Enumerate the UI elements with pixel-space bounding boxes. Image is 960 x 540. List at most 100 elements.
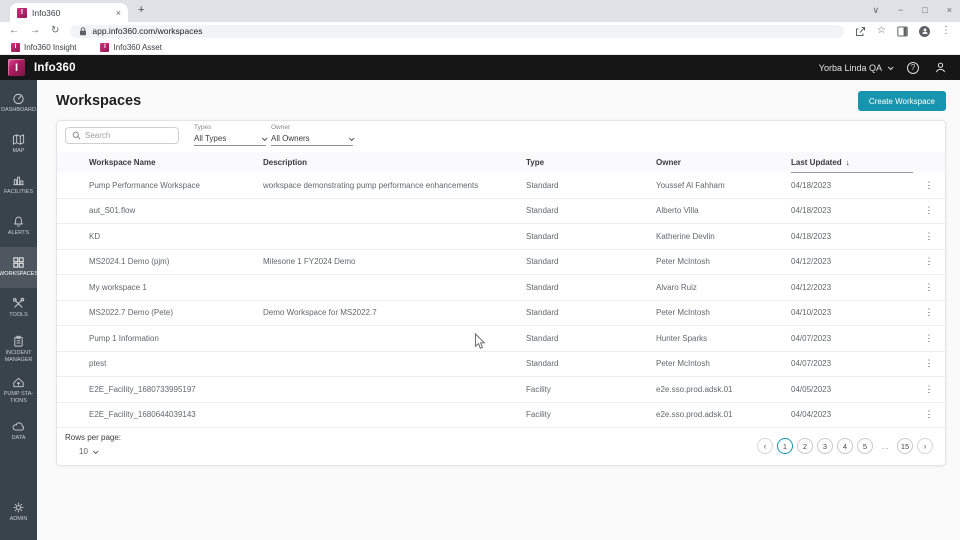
column-header-description[interactable]: Description <box>263 152 526 173</box>
bookmark-label: Info360 Asset <box>113 42 162 52</box>
pagination: ‹ 1 2 3 4 5 … 15 › <box>757 438 933 454</box>
workspace-name-cell: E2E_Facility_1680644039143 <box>89 410 196 420</box>
tenant-selector[interactable]: Yorba Linda QA <box>818 62 894 73</box>
browser-menu-kebab-icon[interactable]: ⋮ <box>941 26 951 36</box>
description-cell <box>263 326 526 351</box>
forward-icon[interactable]: → <box>30 26 40 36</box>
browser-toolbar: ← → ↻ app.info360.com/workspaces ☆ ⋮ <box>0 22 960 40</box>
bookmark-star-icon[interactable]: ☆ <box>877 26 886 36</box>
row-actions-kebab-icon[interactable]: ⋮ <box>920 409 939 420</box>
window-control-icon[interactable]: × <box>947 5 952 15</box>
types-filter[interactable]: Types All Types <box>194 124 268 146</box>
workspace-name-cell: Pump Performance Workspace <box>89 180 201 190</box>
sidebar-item-label: MAP <box>12 148 25 155</box>
window-control-icon[interactable]: − <box>898 5 903 15</box>
row-actions-kebab-icon[interactable]: ⋮ <box>920 307 939 318</box>
sidebar-item-label: ADMIN <box>9 516 28 523</box>
url-text: app.info360.com/workspaces <box>92 26 203 36</box>
help-icon[interactable]: ? <box>907 61 919 74</box>
map-icon <box>12 133 25 146</box>
next-page-button[interactable]: › <box>917 438 933 454</box>
workspace-name-cell: My workspace 1 <box>89 282 147 292</box>
table-row[interactable]: KD Standard Katherine Devlin 04/18/2023 … <box>57 224 945 250</box>
user-icon[interactable] <box>934 61 947 74</box>
row-actions-kebab-icon[interactable]: ⋮ <box>920 180 939 191</box>
type-cell: Facility <box>526 410 551 420</box>
last-updated-cell: 04/18/2023 <box>791 206 832 216</box>
browser-tab[interactable]: I Info360 × <box>10 3 128 22</box>
table-row[interactable]: Pump 1 Information Standard Hunter Spark… <box>57 326 945 352</box>
bookmark-favicon: I <box>11 42 20 52</box>
share-icon[interactable] <box>855 26 866 37</box>
owner-cell: Peter McIntosh <box>656 308 710 318</box>
search-input[interactable] <box>85 131 172 140</box>
tab-close-icon[interactable]: × <box>116 8 121 18</box>
column-header-actions <box>913 152 945 173</box>
table-row[interactable]: ptest Standard Peter McIntosh 04/07/2023… <box>57 351 945 377</box>
create-workspace-button[interactable]: Create Workspace <box>857 91 946 111</box>
table-row[interactable]: MS2022.7 Demo (Pete) Demo Workspace for … <box>57 300 945 326</box>
table-row[interactable]: E2E_Facility_1680733995197 Facility e2e.… <box>57 377 945 403</box>
page-number-button[interactable]: 3 <box>817 438 833 454</box>
type-cell: Standard <box>526 308 559 318</box>
tools-icon <box>12 297 25 310</box>
row-actions-kebab-icon[interactable]: ⋮ <box>920 333 939 344</box>
browser-profile-avatar[interactable] <box>919 25 930 37</box>
window-control-icon[interactable]: ∨ <box>872 5 879 16</box>
search-box[interactable] <box>65 127 179 144</box>
sidebar-item[interactable]: WORKSPACES <box>0 247 38 288</box>
owner-filter[interactable]: Owner All Owners <box>271 124 355 146</box>
last-updated-cell: 04/18/2023 <box>791 180 832 190</box>
sidebar-item[interactable]: INCIDENT MANAGER <box>0 329 37 370</box>
bookmark-item[interactable]: I Info360 Insight <box>11 42 76 52</box>
workspaces-card: Types All Types Owner All Owners Workspa… <box>56 120 946 466</box>
table-row[interactable]: My workspace 1 Standard Alvaro Ruiz 04/1… <box>57 275 945 301</box>
column-header-last-updated[interactable]: Last Updated ↓ <box>791 152 913 173</box>
page-number-button[interactable]: 2 <box>797 438 813 454</box>
app-brand: Info360 <box>34 61 76 74</box>
column-header-workspace-name[interactable]: Workspace Name <box>57 152 263 173</box>
page-number-button[interactable]: 15 <box>897 438 913 454</box>
owner-cell: Katherine Devlin <box>656 231 715 241</box>
owner-cell: e2e.sso.prod.adsk.01 <box>656 410 733 420</box>
row-actions-kebab-icon[interactable]: ⋮ <box>920 205 939 216</box>
sidebar-item[interactable]: MAP <box>0 124 37 165</box>
owner-cell: Youssef Al Fahham <box>656 180 725 190</box>
row-actions-kebab-icon[interactable]: ⋮ <box>920 358 939 369</box>
sidebar-item[interactable]: TOOLS <box>0 288 37 329</box>
sidebar-item[interactable]: DATA <box>0 411 37 452</box>
row-actions-kebab-icon[interactable]: ⋮ <box>920 256 939 267</box>
table-row[interactable]: Pump Performance Workspace workspace dem… <box>57 173 945 199</box>
row-actions-kebab-icon[interactable]: ⋮ <box>920 231 939 242</box>
sidebar-item[interactable]: PUMP STA-TIONS <box>0 370 37 411</box>
sidebar-item[interactable]: FACILITIES <box>0 165 37 206</box>
table-row[interactable]: MS2024.1 Demo (pjm) Milesone 1 FY2024 De… <box>57 249 945 275</box>
rows-per-page-select[interactable]: 10 <box>79 447 99 456</box>
row-actions-kebab-icon[interactable]: ⋮ <box>920 282 939 293</box>
tenant-name: Yorba Linda QA <box>818 62 882 73</box>
url-bar[interactable]: app.info360.com/workspaces <box>70 24 845 38</box>
column-header-type[interactable]: Type <box>526 152 656 173</box>
table-row[interactable]: E2E_Facility_1680644039143 Facility e2e.… <box>57 402 945 428</box>
page-number-button[interactable]: 1 <box>777 438 793 454</box>
previous-page-button[interactable]: ‹ <box>757 438 773 454</box>
back-icon[interactable]: ← <box>9 26 19 36</box>
browser-tab-strip: I Info360 × + ∨ − □ × <box>0 0 960 22</box>
row-actions-kebab-icon[interactable]: ⋮ <box>920 384 939 395</box>
bookmark-item[interactable]: I Info360 Asset <box>100 42 162 52</box>
page-number-button[interactable]: 5 <box>857 438 873 454</box>
types-filter-label: Types <box>194 124 212 131</box>
new-tab-button[interactable]: + <box>138 4 144 16</box>
sidebar-item[interactable]: ALERTS <box>0 206 37 247</box>
page-number-button[interactable]: … <box>877 438 893 454</box>
page-number-button[interactable]: 4 <box>837 438 853 454</box>
sidebar-item[interactable]: ADMIN <box>0 492 37 533</box>
sidebar-item[interactable]: DASHBOARD <box>0 83 37 124</box>
reload-icon[interactable]: ↻ <box>51 26 59 36</box>
window-control-icon[interactable]: □ <box>922 5 927 15</box>
column-header-owner[interactable]: Owner <box>656 152 791 173</box>
table-row[interactable]: aut_S01.flow Standard Alberto Villa 04/1… <box>57 198 945 224</box>
last-updated-cell: 04/12/2023 <box>791 257 832 267</box>
description-cell <box>263 199 526 224</box>
side-panel-icon[interactable] <box>897 26 908 37</box>
